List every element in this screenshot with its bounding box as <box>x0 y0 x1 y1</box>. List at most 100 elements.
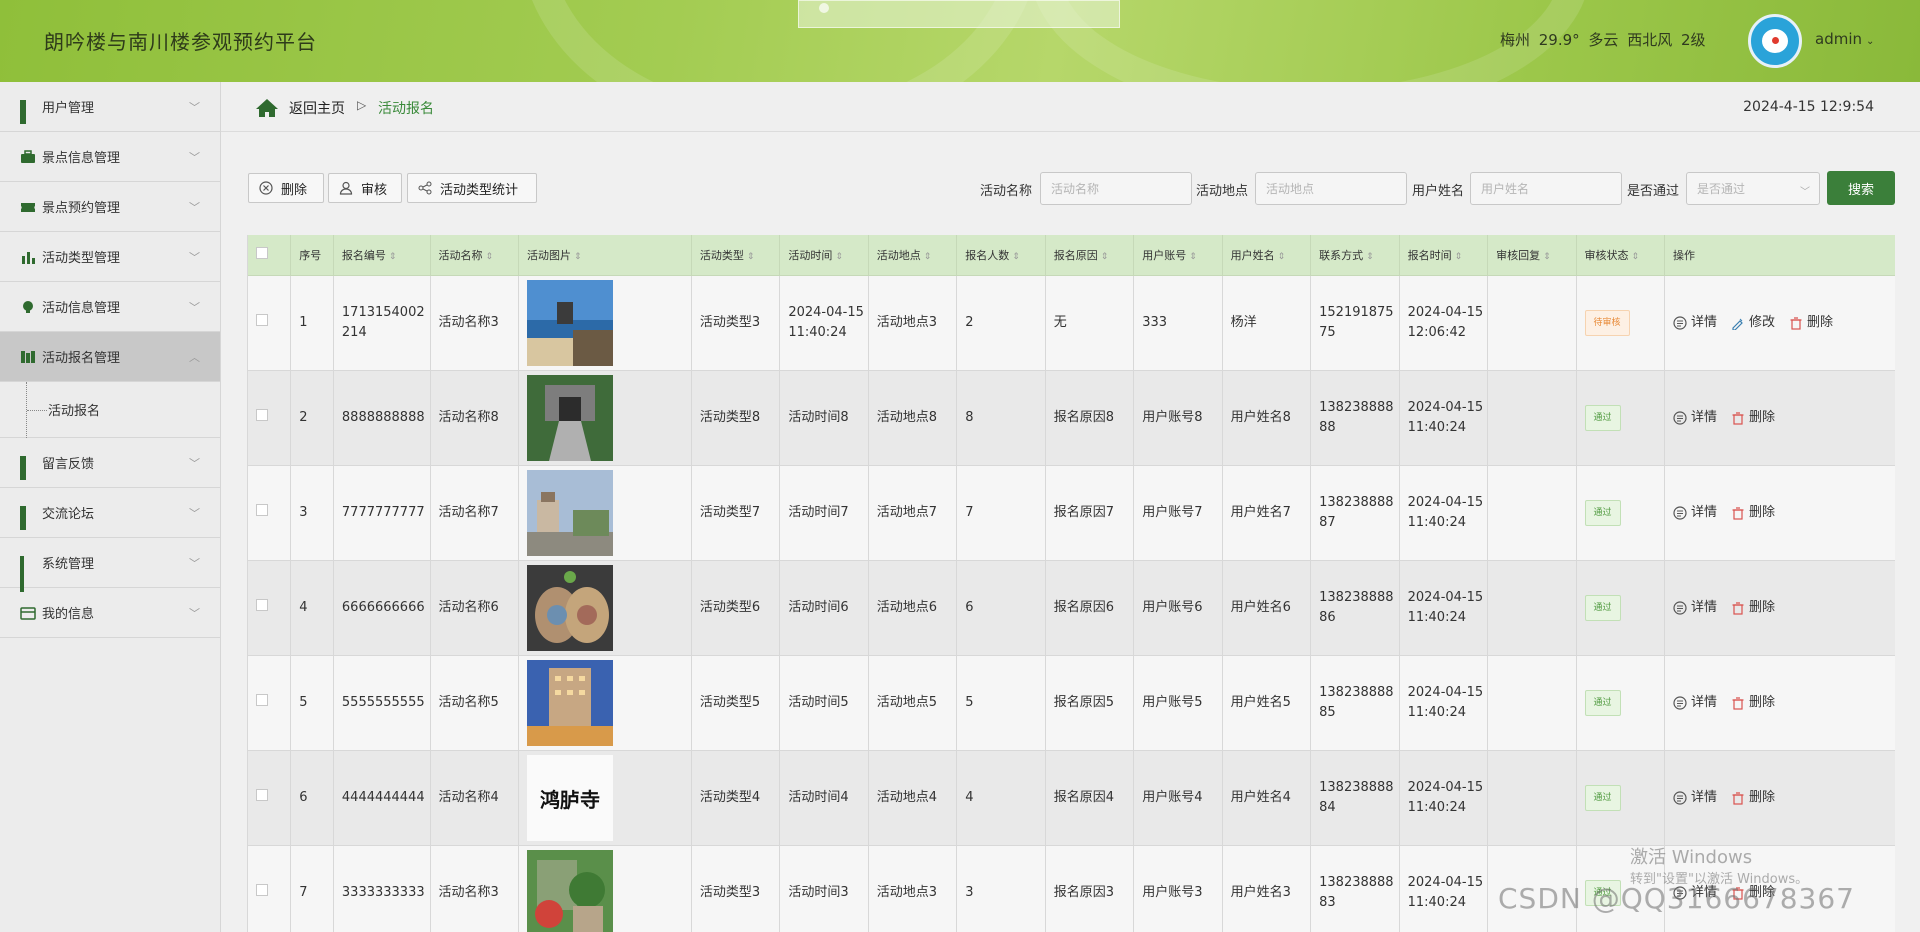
sidebar-subitem-label: 活动报名 <box>48 404 101 419</box>
bulb-icon <box>20 300 36 314</box>
chevron-down-icon: ﹀ <box>189 101 200 114</box>
column-header[interactable]: 活动地点 ⇕ <box>868 235 958 276</box>
sidebar-item-activity-signup[interactable]: 活动报名管理 ︿ <box>0 332 220 382</box>
table-row[interactable]: 1 1713154002214 活动名称3 活动类型3 2024-04-15 11:40… <box>248 275 1895 371</box>
cell-signup-count: 7 <box>956 465 1046 561</box>
row-checkbox[interactable] <box>256 693 268 706</box>
column-header[interactable]: 用户姓名 ⇕ <box>1222 235 1312 276</box>
row-select-cell[interactable] <box>248 655 292 751</box>
detail-button[interactable]: 详情 <box>1673 693 1717 713</box>
home-icon[interactable] <box>255 98 279 118</box>
column-header[interactable]: 用户账号 ⇕ <box>1133 235 1223 276</box>
sort-icon: ⇕ <box>1366 251 1374 262</box>
sidebar-item-activity-type[interactable]: 活动类型管理 ﹀ <box>0 232 220 282</box>
edit-button[interactable]: 修改 <box>1731 313 1775 333</box>
cell-user-account: 用户账号7 <box>1133 465 1223 561</box>
activity-image[interactable] <box>526 564 613 651</box>
detail-button[interactable]: 详情 <box>1673 313 1717 333</box>
user-name-input[interactable] <box>1470 172 1622 205</box>
column-header[interactable]: 审核回复 ⇕ <box>1487 235 1577 276</box>
select-all-checkbox[interactable] <box>256 247 268 260</box>
column-header[interactable]: 活动名称 ⇕ <box>430 235 519 276</box>
sidebar: 用户管理 ﹀ 景点信息管理 ﹀ 景点预约管理 ﹀ 活动类型管理 ﹀ 活动信息管理… <box>0 82 221 932</box>
sidebar-subitem-activity-signup[interactable]: 活动报名 <box>0 382 220 438</box>
column-header[interactable]: 审核状态 ⇕ <box>1576 235 1666 276</box>
cell-actions: 详情 删除 <box>1664 465 1895 561</box>
column-header[interactable]: 联系方式 ⇕ <box>1310 235 1400 276</box>
row-select-cell[interactable] <box>248 275 292 371</box>
cell-user-name: 用户姓名6 <box>1222 560 1312 656</box>
cell-signup-code: 6666666666 <box>333 560 431 656</box>
row-checkbox[interactable] <box>256 313 268 326</box>
column-header[interactable]: 报名编号 ⇕ <box>333 235 431 276</box>
search-button[interactable]: 搜索 <box>1827 171 1895 205</box>
activity-type-stats-button[interactable]: 活动类型统计 <box>407 173 537 203</box>
cell-activity-image <box>518 845 692 932</box>
detail-button[interactable]: 详情 <box>1673 598 1717 618</box>
delete-button[interactable]: 删除 <box>1789 313 1833 333</box>
sidebar-item-feedback[interactable]: 留言反馈 ﹀ <box>0 438 220 488</box>
delete-button[interactable]: 删除 <box>1731 598 1775 618</box>
column-header[interactable]: 活动时间 ⇕ <box>779 235 869 276</box>
detail-button[interactable]: 详情 <box>1673 408 1717 428</box>
row-select-cell[interactable] <box>248 370 292 466</box>
delete-button[interactable]: 删除 <box>1731 503 1775 523</box>
home-link[interactable]: 返回主页 <box>289 98 345 118</box>
sidebar-item-scenic-booking[interactable]: 景点预约管理 ﹀ <box>0 182 220 232</box>
sidebar-item-scenic-info[interactable]: 景点信息管理 ﹀ <box>0 132 220 182</box>
activity-image[interactable] <box>526 849 613 932</box>
activity-image[interactable] <box>526 279 613 366</box>
detail-icon <box>1673 410 1687 425</box>
sidebar-item-activity-info[interactable]: 活动信息管理 ﹀ <box>0 282 220 332</box>
activity-name-input[interactable] <box>1040 172 1192 205</box>
table-row[interactable]: 2 8888888888 活动名称8 活动类型8 活动时间8 活动地点8 8 报名原因8 用户账… <box>248 370 1895 466</box>
table-row[interactable]: 5 5555555555 活动名称5 活动类型5 活动时间5 活动地点5 5 报名原因5 用户账… <box>248 655 1895 751</box>
row-select-cell[interactable] <box>248 560 292 656</box>
delete-button[interactable]: 删除 <box>1731 788 1775 808</box>
activity-image[interactable]: 鸿胪寺 <box>526 754 613 841</box>
passed-label: 是否通过 <box>1627 184 1680 199</box>
column-header[interactable]: 报名原因 ⇕ <box>1045 235 1135 276</box>
delete-button[interactable]: 删除 <box>248 173 324 203</box>
cell-signup-time: 2024-04-15 12:06:42 <box>1399 275 1489 371</box>
status-badge: 通过 <box>1584 499 1621 526</box>
avatar[interactable] <box>1748 14 1802 68</box>
user-menu[interactable]: admin ⌄ <box>1815 30 1874 48</box>
detail-button[interactable]: 详情 <box>1673 503 1717 523</box>
column-header[interactable]: 活动图片 ⇕ <box>518 235 692 276</box>
row-select-cell[interactable] <box>248 845 292 932</box>
table-row[interactable]: 3 7777777777 活动名称7 活动类型7 活动时间7 活动地点7 7 报名原因7 用户账… <box>248 465 1895 561</box>
cell-user-account: 333 <box>1133 275 1223 371</box>
cell-activity-place: 活动地点6 <box>868 560 958 656</box>
row-select-cell[interactable] <box>248 750 292 846</box>
table-row[interactable]: 6 4444444444 活动名称4 鸿胪寺 活动类型4 活动时间4 活动地点4 4 报名原因4… <box>248 750 1895 846</box>
activity-image[interactable] <box>526 374 613 461</box>
sidebar-item-user-management[interactable]: 用户管理 ﹀ <box>0 82 220 132</box>
row-checkbox[interactable] <box>256 883 268 896</box>
sidebar-item-my-info[interactable]: 我的信息 ﹀ <box>0 588 220 638</box>
activity-image[interactable] <box>526 659 613 746</box>
detail-button[interactable]: 详情 <box>1673 788 1717 808</box>
table-row[interactable]: 4 6666666666 活动名称6 活动类型6 活动时间6 活动地点6 6 报名原因6 用户账… <box>248 560 1895 656</box>
delete-button[interactable]: 删除 <box>1731 408 1775 428</box>
review-button[interactable]: 审核 <box>328 173 402 203</box>
row-checkbox[interactable] <box>256 503 268 516</box>
row-checkbox[interactable] <box>256 598 268 611</box>
row-select-cell[interactable] <box>248 465 292 561</box>
windows-activation-title: 激活 Windows <box>1630 847 1753 868</box>
activity-image[interactable] <box>526 469 613 556</box>
cell-signup-time: 2024-04-15 11:40:24 <box>1399 845 1489 932</box>
cell-user-name: 用户姓名5 <box>1222 655 1312 751</box>
select-all-cell[interactable] <box>248 235 292 276</box>
sort-icon: ⇕ <box>1189 251 1197 262</box>
app-title: 朗吟楼与南川楼参观预约平台 <box>44 30 317 54</box>
row-checkbox[interactable] <box>256 408 268 421</box>
column-header[interactable]: 报名时间 ⇕ <box>1399 235 1489 276</box>
activity-place-input[interactable] <box>1255 172 1407 205</box>
delete-button[interactable]: 删除 <box>1731 693 1775 713</box>
column-header[interactable]: 活动类型 ⇕ <box>691 235 781 276</box>
sidebar-item-forum[interactable]: 交流论坛 ﹀ <box>0 488 220 538</box>
row-checkbox[interactable] <box>256 788 268 801</box>
sidebar-item-system[interactable]: 系统管理 ﹀ <box>0 538 220 592</box>
column-header[interactable]: 报名人数 ⇕ <box>956 235 1046 276</box>
